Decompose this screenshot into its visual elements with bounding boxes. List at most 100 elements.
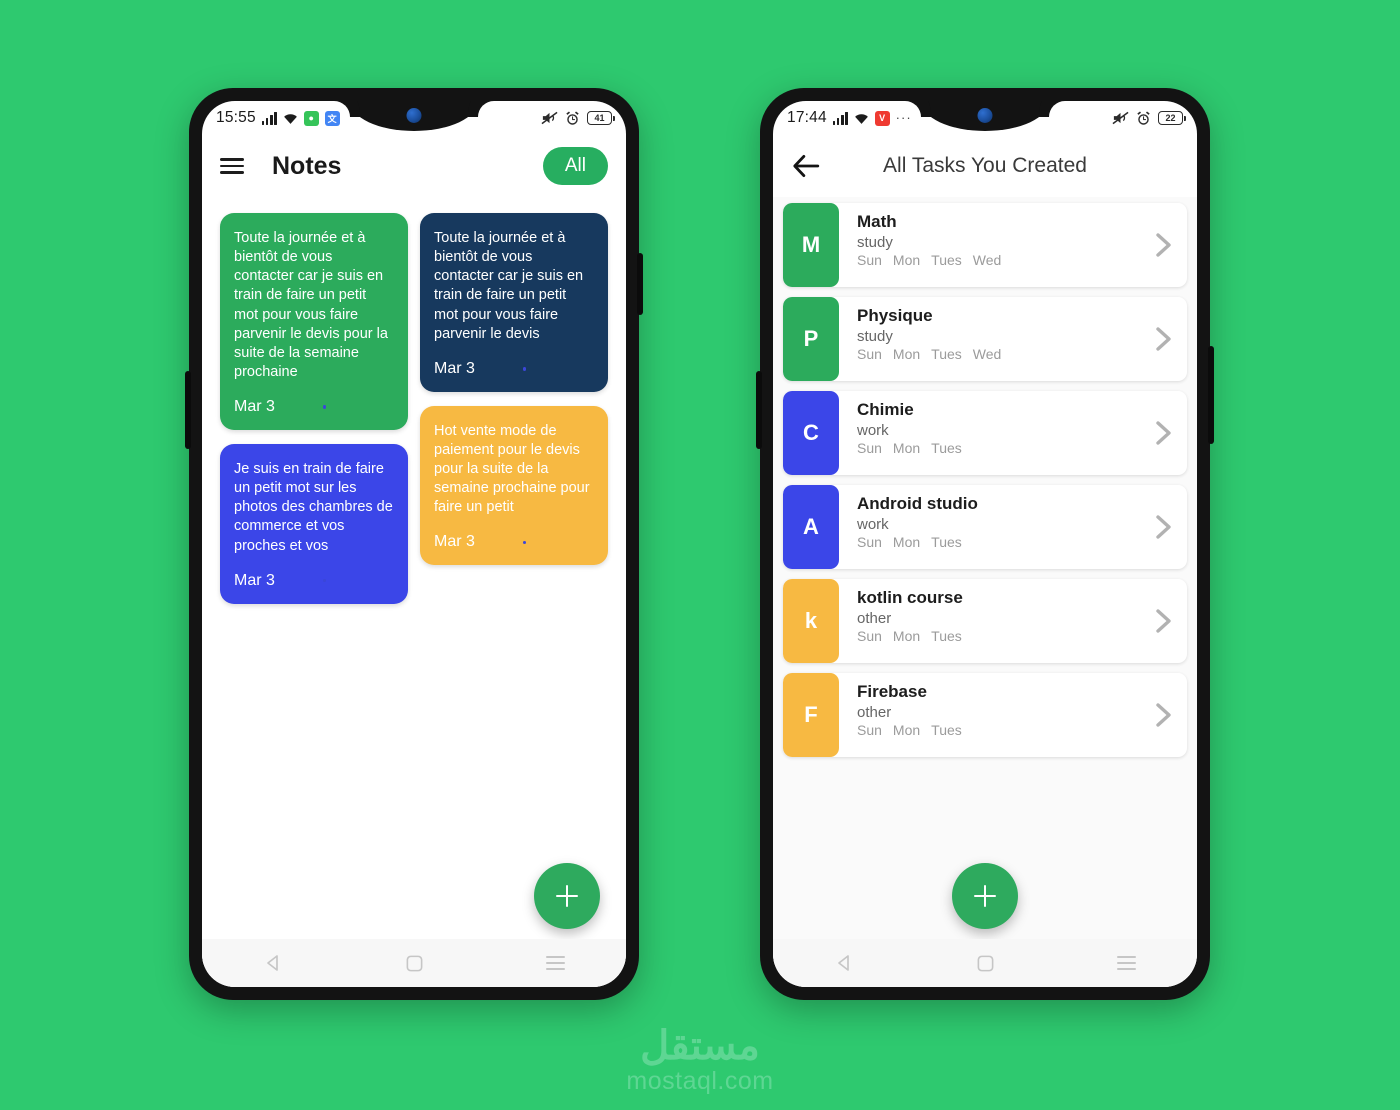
note-footer: Mar 3 xyxy=(434,533,594,551)
task-list: M Math study Sun Mon Tues Wed P Physique study Sun… xyxy=(783,203,1187,757)
note-card[interactable]: Je suis en train de faire un petit mot s… xyxy=(220,444,408,604)
task-category: work xyxy=(857,516,889,533)
back-arrow-icon[interactable] xyxy=(791,151,821,181)
task-row[interactable]: M Math study Sun Mon Tues Wed xyxy=(783,203,1187,287)
task-row[interactable]: A Android studio work Sun Mon Tues xyxy=(783,485,1187,569)
task-category: other xyxy=(857,610,892,627)
task-category: study xyxy=(857,234,893,251)
back-icon[interactable] xyxy=(263,953,283,973)
task-row[interactable]: k kotlin course other Sun Mon Tues xyxy=(783,579,1187,663)
task-day: Mon xyxy=(892,252,921,268)
power-button[interactable] xyxy=(1208,346,1214,444)
system-nav-bar xyxy=(773,939,1197,987)
note-card[interactable]: Toute la journée et à bientôt de vous co… xyxy=(420,213,608,392)
task-day: Sun xyxy=(857,628,882,644)
recents-icon[interactable] xyxy=(546,956,565,970)
page-title: All Tasks You Created xyxy=(883,154,1087,177)
note-text: Toute la journée et à bientôt de vous co… xyxy=(434,230,584,342)
add-task-fab[interactable] xyxy=(952,863,1018,929)
task-avatar: A xyxy=(783,485,839,569)
signal-icon xyxy=(261,111,277,125)
translate-badge-icon: 文 xyxy=(324,110,340,126)
task-info: Math study Sun Mon Tues Wed xyxy=(839,203,1139,287)
task-row[interactable]: F Firebase other Sun Mon Tues xyxy=(783,673,1187,757)
task-avatar: P xyxy=(783,297,839,381)
home-icon[interactable] xyxy=(976,954,995,973)
task-days: Sun Mon Tues xyxy=(857,628,1139,644)
wifi-icon xyxy=(283,113,297,124)
task-day: Mon xyxy=(892,628,921,644)
task-day: Wed xyxy=(972,346,1002,362)
mute-icon xyxy=(541,111,558,125)
power-button[interactable] xyxy=(637,253,643,315)
note-marker-dot xyxy=(322,578,327,583)
wifi-icon xyxy=(854,113,868,124)
mute-icon xyxy=(1112,111,1129,125)
note-card[interactable]: Toute la journée et à bientôt de vous co… xyxy=(220,213,408,430)
battery-indicator: 22 xyxy=(1158,111,1186,125)
task-row[interactable]: P Physique study Sun Mon Tues Wed xyxy=(783,297,1187,381)
note-card[interactable]: Hot vente mode de paiement pour le devis… xyxy=(420,405,608,566)
filter-all-button[interactable]: All xyxy=(542,147,608,185)
screen-tasks: 17:44 V ··· 22 All Tasks You Created M M… xyxy=(773,101,1197,987)
hamburger-icon[interactable] xyxy=(220,158,244,174)
task-days: Sun Mon Tues Wed xyxy=(857,346,1139,362)
phone-right: 17:44 V ··· 22 All Tasks You Created M M… xyxy=(756,88,1214,1000)
back-icon[interactable] xyxy=(834,953,854,973)
task-title: Chimie xyxy=(857,400,914,419)
alarm-icon xyxy=(566,110,579,125)
notes-column-left: Toute la journée et à bientôt de vous co… xyxy=(220,213,408,604)
task-title: Physique xyxy=(857,306,933,325)
task-title: Math xyxy=(857,212,897,231)
task-day: Mon xyxy=(892,440,921,456)
task-day: Tues xyxy=(931,722,962,738)
chevron-right-icon[interactable] xyxy=(1139,297,1187,381)
notes-column-right: Toute la journée et à bientôt de vous co… xyxy=(420,213,608,604)
system-nav-bar xyxy=(202,939,626,987)
home-icon[interactable] xyxy=(405,954,424,973)
note-date: Mar 3 xyxy=(434,533,475,551)
page-title: Notes xyxy=(272,151,342,180)
task-days: Sun Mon Tues xyxy=(857,534,1139,550)
recents-icon[interactable] xyxy=(1117,956,1136,970)
note-date: Mar 3 xyxy=(234,398,275,415)
task-day: Wed xyxy=(972,252,1002,268)
task-info: Physique study Sun Mon Tues Wed xyxy=(839,297,1139,381)
volume-button[interactable] xyxy=(756,371,762,449)
chevron-right-icon[interactable] xyxy=(1139,579,1187,663)
task-day: Tues xyxy=(931,440,962,456)
watermark-latin: mostaql.com xyxy=(626,1067,774,1095)
watermark: مستقل mostaql.com xyxy=(0,1025,1400,1096)
status-bar-right: 17:44 V ··· 22 xyxy=(773,101,1197,135)
task-title: Firebase xyxy=(857,682,927,701)
volume-button[interactable] xyxy=(185,371,191,449)
task-days: Sun Mon Tues xyxy=(857,722,1139,738)
note-date: Mar 3 xyxy=(234,571,275,589)
task-day: Sun xyxy=(857,252,882,268)
task-title: kotlin course xyxy=(857,588,963,607)
task-row[interactable]: C Chimie work Sun Mon Tues xyxy=(783,391,1187,475)
task-info: Firebase other Sun Mon Tues xyxy=(839,673,1139,757)
chevron-right-icon[interactable] xyxy=(1139,203,1187,287)
task-avatar: k xyxy=(783,579,839,663)
chevron-right-icon[interactable] xyxy=(1139,673,1187,757)
task-day: Mon xyxy=(892,722,921,738)
task-day: Mon xyxy=(892,346,921,362)
note-text: Je suis en train de faire un petit mot s… xyxy=(234,461,393,554)
task-info: kotlin course other Sun Mon Tues xyxy=(839,579,1139,663)
notes-grid: Toute la journée et à bientôt de vous co… xyxy=(202,197,626,604)
app-bar-tasks: All Tasks You Created xyxy=(773,135,1197,197)
notes-body: Toute la journée et à bientôt de vous co… xyxy=(202,197,626,987)
note-text: Toute la journée et à bientôt de vous co… xyxy=(234,230,388,380)
chevron-right-icon[interactable] xyxy=(1139,485,1187,569)
task-day: Tues xyxy=(931,252,962,268)
status-bar-left: 15:55 ● 文 41 xyxy=(202,101,626,135)
screen-notes: 15:55 ● 文 41 Notes All Toute la journée … xyxy=(202,101,626,987)
task-title: Android studio xyxy=(857,494,978,513)
chevron-right-icon[interactable] xyxy=(1139,391,1187,475)
task-day: Tues xyxy=(931,534,962,550)
task-day: Sun xyxy=(857,346,882,362)
add-note-fab[interactable] xyxy=(534,863,600,929)
note-marker-dot xyxy=(322,405,327,409)
alarm-icon xyxy=(1137,110,1150,125)
